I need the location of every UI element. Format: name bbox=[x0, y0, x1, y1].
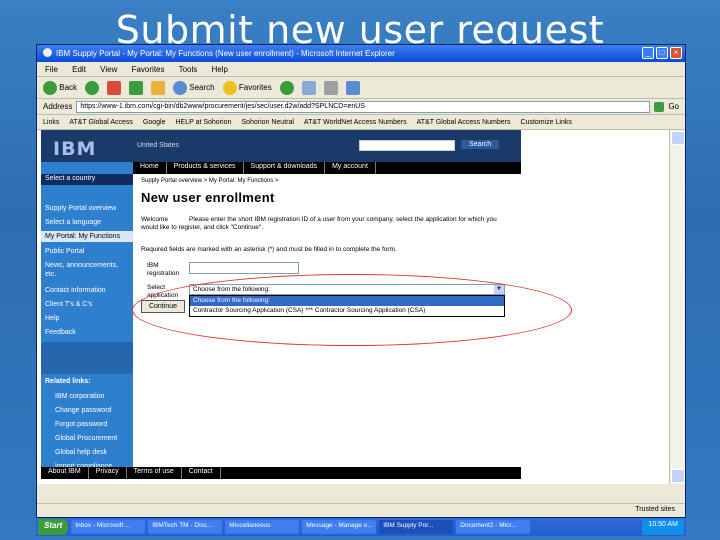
breadcrumb[interactable]: Supply Portal overview > My Portal: My F… bbox=[141, 178, 278, 184]
country-label: United States bbox=[137, 142, 180, 149]
registration-id-input[interactable] bbox=[189, 262, 299, 274]
links-bar: Links AT&T Global Access Google HELP at … bbox=[37, 115, 685, 130]
back-arrow-icon bbox=[43, 80, 57, 95]
link-item[interactable]: AT&T Global Access bbox=[69, 119, 133, 126]
taskbar-item[interactable]: Inbox - Microsoft ... bbox=[71, 520, 146, 534]
menu-bar: File Edit View Favorites Tools Help bbox=[37, 62, 685, 77]
footer-terms[interactable]: Terms of use bbox=[127, 467, 182, 479]
menu-view[interactable]: View bbox=[100, 65, 117, 74]
search-icon bbox=[173, 80, 188, 95]
welcome-text: Welcome Please enter the short IBM regist… bbox=[141, 216, 513, 232]
ibm-logo[interactable]: IBM bbox=[53, 138, 96, 160]
taskbar: Start Inbox - Microsoft ... IBMTech TM -… bbox=[36, 518, 686, 536]
site-search-button[interactable]: Search bbox=[461, 140, 500, 149]
menu-file[interactable]: File bbox=[45, 65, 58, 74]
address-input[interactable]: https://www-1.ibm.com/cgi-bin/db2www/pro… bbox=[76, 100, 651, 113]
history-icon[interactable] bbox=[279, 80, 294, 95]
id-label: IBM registration bbox=[147, 262, 180, 277]
print-icon[interactable] bbox=[323, 80, 338, 95]
sidebar-item[interactable]: News, announcements, etc. bbox=[41, 261, 133, 279]
left-sidebar: Select a country Supply Portal overview … bbox=[41, 162, 133, 479]
scroll-down-icon[interactable] bbox=[671, 469, 685, 483]
site-search-input[interactable] bbox=[359, 140, 455, 151]
stop-icon[interactable] bbox=[107, 80, 122, 95]
home-icon[interactable] bbox=[151, 80, 166, 95]
edit-icon[interactable] bbox=[345, 80, 360, 95]
sidebar-item[interactable]: Feedback bbox=[41, 328, 133, 337]
favorites-button[interactable]: Favorites bbox=[222, 80, 272, 95]
back-button[interactable]: Back bbox=[43, 80, 77, 95]
menu-edit[interactable]: Edit bbox=[72, 65, 86, 74]
highlight-ellipse bbox=[132, 274, 572, 346]
related-links-title: Related links: bbox=[45, 378, 91, 385]
sidebar-item[interactable]: Client T's & C's bbox=[41, 300, 133, 309]
taskbar-item-active[interactable]: IBM Supply Por... bbox=[379, 520, 454, 534]
sidebar-item-active[interactable]: My Portal: My Functions bbox=[41, 231, 133, 242]
forward-arrow-icon[interactable] bbox=[85, 80, 100, 95]
refresh-icon[interactable] bbox=[129, 80, 144, 95]
link-item[interactable]: Google bbox=[143, 119, 166, 126]
footer-contact[interactable]: Contact bbox=[182, 467, 221, 479]
go-label[interactable]: Go bbox=[668, 102, 679, 111]
ibm-top-nav: Home Products & services Support & downl… bbox=[133, 162, 521, 174]
ibm-header: IBM United States Search bbox=[41, 130, 521, 162]
taskbar-item[interactable]: Document2 - Micr... bbox=[456, 520, 531, 534]
menu-tools[interactable]: Tools bbox=[179, 65, 198, 74]
status-bar: Trusted sites bbox=[37, 503, 685, 517]
sidebar-item[interactable]: Help bbox=[41, 314, 133, 323]
related-link[interactable]: IBM corporation bbox=[55, 392, 133, 401]
ie-icon bbox=[43, 48, 52, 57]
link-item[interactable]: Customize Links bbox=[521, 119, 572, 126]
toolbar: Back Search Favorites bbox=[37, 77, 685, 99]
related-link[interactable]: Global Procurement bbox=[55, 434, 133, 443]
link-item[interactable]: AT&T Global Access Numbers bbox=[417, 119, 511, 126]
menu-help[interactable]: Help bbox=[212, 65, 228, 74]
sidebar-item[interactable]: Select a language bbox=[41, 218, 133, 227]
vertical-scrollbar[interactable] bbox=[669, 130, 685, 484]
security-zone: Trusted sites bbox=[635, 506, 675, 513]
mail-icon[interactable] bbox=[301, 80, 316, 95]
start-button[interactable]: Start bbox=[38, 519, 69, 535]
page-title: New user enrollment bbox=[141, 190, 275, 205]
required-note: Required fields are marked with an aster… bbox=[141, 246, 397, 253]
taskbar-item[interactable]: Message - Manage o... bbox=[302, 520, 377, 534]
sidebar-divider bbox=[41, 342, 133, 374]
minimize-icon[interactable]: _ bbox=[642, 47, 654, 59]
nav-products[interactable]: Products & services bbox=[167, 162, 244, 174]
related-link[interactable]: Forgot password bbox=[55, 420, 133, 429]
address-bar: Address https://www-1.ibm.com/cgi-bin/db… bbox=[37, 99, 685, 115]
search-button[interactable]: Search bbox=[173, 80, 215, 95]
window-titlebar[interactable]: IBM Supply Portal - My Portal: My Functi… bbox=[37, 45, 685, 62]
sidebar-item[interactable]: Public Portal bbox=[41, 247, 133, 256]
nav-support[interactable]: Support & downloads bbox=[244, 162, 326, 174]
related-link[interactable]: Global help desk bbox=[55, 448, 133, 457]
welcome-body: Please enter the short IBM registration … bbox=[141, 216, 497, 231]
link-item[interactable]: AT&T WorldNet Access Numbers bbox=[304, 119, 407, 126]
sidebar-item[interactable]: Supply Portal overview bbox=[41, 204, 133, 213]
system-clock: 10:50 AM bbox=[642, 519, 684, 535]
footer-privacy[interactable]: Privacy bbox=[89, 467, 127, 479]
nav-my-account[interactable]: My account bbox=[325, 162, 376, 174]
sidebar-item[interactable]: Contact information bbox=[41, 286, 133, 295]
link-item[interactable]: Sohorion Neutral bbox=[241, 119, 294, 126]
select-country-link[interactable]: Select a country bbox=[41, 174, 133, 185]
address-label: Address bbox=[43, 102, 73, 111]
menu-favorites[interactable]: Favorites bbox=[132, 65, 165, 74]
star-icon bbox=[222, 80, 237, 95]
welcome-prefix: Welcome bbox=[141, 216, 168, 223]
taskbar-item[interactable]: IBMTech TM - Disc... bbox=[148, 520, 223, 534]
link-item[interactable]: HELP at Sohorion bbox=[175, 119, 231, 126]
links-label: Links bbox=[43, 118, 60, 126]
nav-home[interactable]: Home bbox=[133, 162, 167, 174]
go-icon[interactable] bbox=[654, 101, 665, 112]
window-title: IBM Supply Portal - My Portal: My Functi… bbox=[56, 49, 395, 58]
close-icon[interactable]: × bbox=[670, 47, 682, 59]
ibm-footer: About IBM Privacy Terms of use Contact bbox=[41, 467, 521, 479]
related-link[interactable]: Change password bbox=[55, 406, 133, 415]
scroll-up-icon[interactable] bbox=[671, 131, 685, 145]
taskbar-item[interactable]: Miscellaneous bbox=[225, 520, 300, 534]
maximize-icon[interactable]: □ bbox=[656, 47, 668, 59]
footer-about[interactable]: About IBM bbox=[41, 467, 89, 479]
